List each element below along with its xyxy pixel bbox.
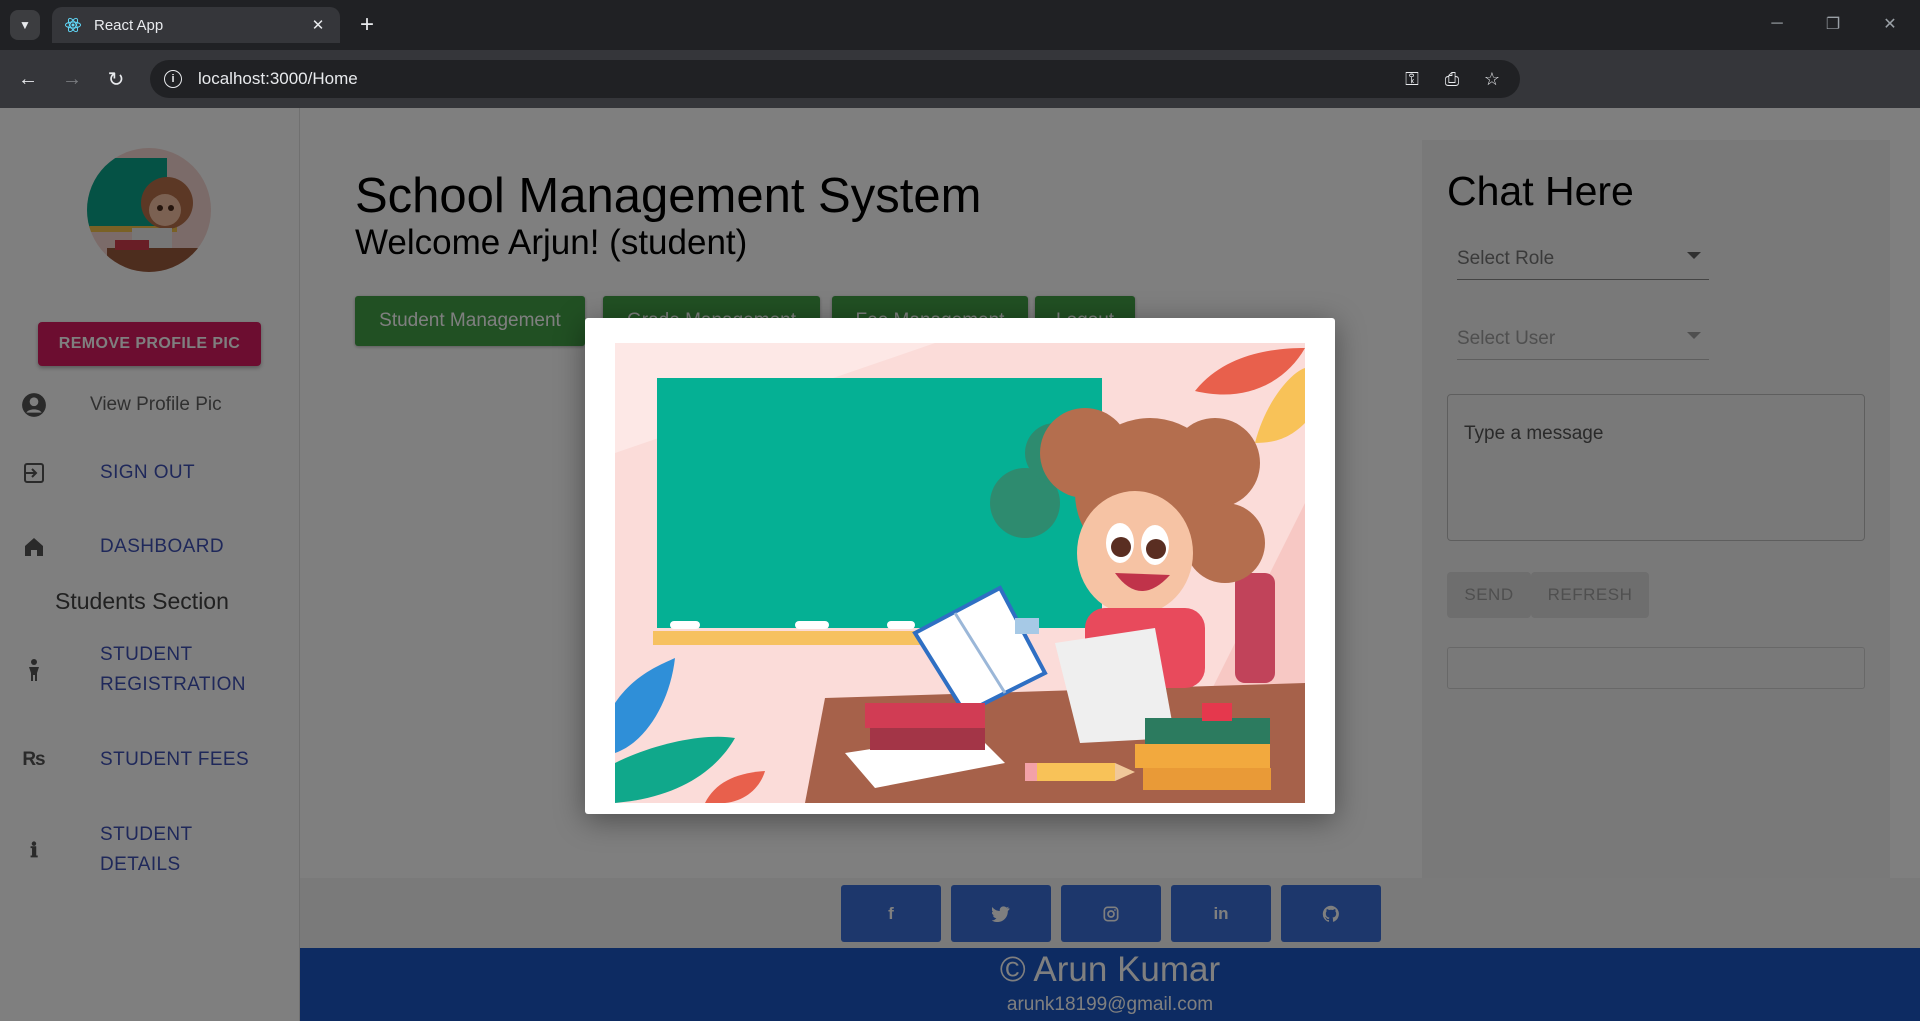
- browser-tab[interactable]: React App ✕: [52, 7, 340, 43]
- browser-tab-strip: ▼ React App ✕ + ─ ❐ ✕: [0, 0, 1920, 50]
- bookmark-star-icon[interactable]: ☆: [1478, 65, 1506, 93]
- minimize-icon[interactable]: ─: [1757, 8, 1797, 40]
- forward-icon[interactable]: →: [56, 63, 88, 95]
- url-text[interactable]: localhost:3000/Home: [198, 69, 1386, 89]
- reload-icon[interactable]: ↻: [100, 63, 132, 95]
- address-bar[interactable]: i localhost:3000/Home ⚿ ⎙ ☆: [150, 60, 1520, 98]
- restore-icon[interactable]: ❐: [1813, 8, 1853, 40]
- tab-close-icon[interactable]: ✕: [308, 16, 328, 34]
- browser-toolbar: ← → ↻ i localhost:3000/Home ⚿ ⎙ ☆ ▶ ♫ ✿ …: [0, 50, 1920, 141]
- tab-title: React App: [94, 16, 164, 34]
- profile-picture-large: [615, 343, 1305, 803]
- tab-search-button[interactable]: ▼: [10, 10, 40, 40]
- close-window-icon[interactable]: ✕: [1870, 8, 1910, 40]
- site-info-icon[interactable]: i: [164, 70, 182, 88]
- profile-pic-modal: [585, 318, 1335, 814]
- password-key-icon[interactable]: ⚿: [1398, 65, 1426, 93]
- back-icon[interactable]: ←: [12, 63, 44, 95]
- install-app-icon[interactable]: ⎙: [1438, 65, 1466, 93]
- react-logo-icon: [65, 17, 81, 33]
- new-tab-button[interactable]: +: [352, 10, 382, 40]
